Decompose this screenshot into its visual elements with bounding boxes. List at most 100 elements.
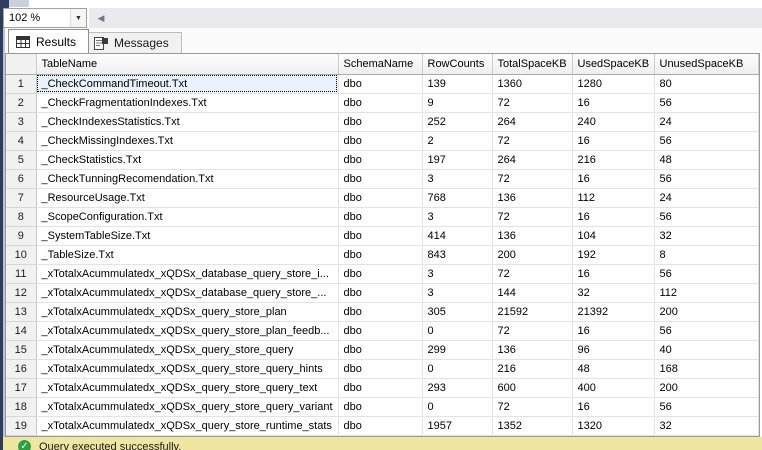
grid-cell[interactable]: _CheckTunningRecomendation.Txt	[36, 169, 339, 189]
grid-cell[interactable]: 24	[654, 112, 759, 132]
tab-messages[interactable]: Messages	[86, 32, 182, 53]
grid-cell[interactable]: 96	[572, 340, 655, 360]
grid-cell[interactable]: 72	[492, 321, 573, 341]
grid-cell[interactable]: 3	[422, 283, 493, 303]
grid-cell[interactable]: 144	[492, 283, 573, 303]
column-header-unusedspacekb[interactable]: UnusedSpaceKB	[654, 54, 759, 75]
grid-cell[interactable]: 56	[654, 131, 759, 151]
row-number[interactable]: 11	[6, 264, 37, 284]
grid-cell[interactable]: 200	[654, 302, 759, 322]
grid-cell[interactable]: dbo	[338, 264, 423, 284]
row-number[interactable]: 15	[6, 340, 37, 360]
grid-cell[interactable]: 0	[422, 321, 493, 341]
grid-cell[interactable]: _xTotalxAcummulatedx_xQDSx_database_quer…	[36, 264, 339, 284]
grid-cell[interactable]: 32	[654, 416, 759, 436]
grid-cell[interactable]: 40	[654, 340, 759, 360]
grid-cell[interactable]: 48	[654, 150, 759, 170]
grid-cell[interactable]: 264	[492, 112, 573, 132]
grid-cell[interactable]: dbo	[338, 112, 423, 132]
row-number[interactable]: 17	[6, 378, 37, 398]
grid-cell[interactable]: 0	[422, 397, 493, 417]
grid-cell[interactable]: 216	[572, 150, 655, 170]
grid-cell[interactable]: _CheckFragmentationIndexes.Txt	[36, 93, 339, 113]
grid-cell[interactable]: 3	[422, 169, 493, 189]
grid-cell[interactable]: 16	[572, 264, 655, 284]
grid-cell[interactable]: _TableSize.Txt	[36, 245, 339, 265]
grid-cell[interactable]: 16	[572, 397, 655, 417]
grid-cell[interactable]: 32	[654, 226, 759, 246]
grid-cell[interactable]: _ScopeConfiguration.Txt	[36, 207, 339, 227]
chevron-down-icon[interactable]: ▼	[70, 9, 86, 27]
grid-cell[interactable]: 600	[492, 378, 573, 398]
row-number[interactable]: 4	[6, 131, 37, 151]
grid-cell[interactable]: 192	[572, 245, 655, 265]
grid-cell[interactable]: _xTotalxAcummulatedx_xQDSx_query_store_p…	[36, 302, 339, 322]
grid-cell[interactable]: _SystemTableSize.Txt	[36, 226, 339, 246]
grid-cell[interactable]: _xTotalxAcummulatedx_xQDSx_query_store_r…	[36, 416, 339, 436]
grid-cell[interactable]: _xTotalxAcummulatedx_xQDSx_query_store_q…	[36, 397, 339, 417]
grid-cell[interactable]: _ResourceUsage.Txt	[36, 188, 339, 208]
grid-cell[interactable]: 24	[654, 188, 759, 208]
grid-cell[interactable]: _xTotalxAcummulatedx_xQDSx_query_store_q…	[36, 340, 339, 360]
grid-cell[interactable]: dbo	[338, 302, 423, 322]
grid-cell[interactable]: _xTotalxAcummulatedx_xQDSx_query_store_q…	[36, 378, 339, 398]
grid-cell[interactable]: 21592	[492, 302, 573, 322]
grid-cell[interactable]: 72	[492, 93, 573, 113]
grid-cell[interactable]: 3	[422, 264, 493, 284]
row-number[interactable]: 12	[6, 283, 37, 303]
grid-cell[interactable]: 72	[492, 207, 573, 227]
tab-results[interactable]: Results	[8, 29, 90, 53]
grid-cell[interactable]: dbo	[338, 283, 423, 303]
grid-cell[interactable]: 216	[492, 359, 573, 379]
grid-cell[interactable]: 1320	[572, 416, 655, 436]
grid-cell[interactable]: 2	[422, 131, 493, 151]
grid-cell[interactable]: dbo	[338, 207, 423, 227]
grid-cell[interactable]: dbo	[338, 188, 423, 208]
grid-cell[interactable]: 72	[492, 169, 573, 189]
grid-cell[interactable]: 136	[492, 188, 573, 208]
zoom-level-combobox[interactable]: 102 % ▼	[3, 8, 87, 28]
row-number[interactable]: 1	[6, 74, 37, 94]
grid-cell[interactable]: 16	[572, 169, 655, 189]
grid-cell[interactable]: 32	[572, 283, 655, 303]
grid-cell[interactable]: dbo	[338, 74, 423, 94]
column-header-schemaname[interactable]: SchemaName	[338, 54, 423, 75]
grid-cell[interactable]: 16	[572, 207, 655, 227]
grid-cell[interactable]: _CheckIndexesStatistics.Txt	[36, 112, 339, 132]
grid-cell[interactable]: dbo	[338, 245, 423, 265]
grid-cell[interactable]: 16	[572, 93, 655, 113]
row-number[interactable]: 8	[6, 207, 37, 227]
row-number[interactable]: 3	[6, 112, 37, 132]
row-number[interactable]: 19	[6, 416, 37, 436]
select-all-corner[interactable]	[6, 54, 37, 75]
grid-cell[interactable]: dbo	[338, 93, 423, 113]
grid-cell[interactable]: _xTotalxAcummulatedx_xQDSx_database_quer…	[36, 283, 339, 303]
grid-cell[interactable]: 299	[422, 340, 493, 360]
row-number[interactable]: 14	[6, 321, 37, 341]
grid-cell[interactable]: 56	[654, 169, 759, 189]
grid-cell[interactable]: _CheckCommandTimeout.Txt	[36, 74, 339, 94]
grid-cell[interactable]: dbo	[338, 378, 423, 398]
grid-cell[interactable]: 9	[422, 93, 493, 113]
row-number[interactable]: 6	[6, 169, 37, 189]
grid-cell[interactable]: dbo	[338, 150, 423, 170]
grid-cell[interactable]: 293	[422, 378, 493, 398]
grid-cell[interactable]: 56	[654, 207, 759, 227]
row-number[interactable]: 5	[6, 150, 37, 170]
row-number[interactable]: 2	[6, 93, 37, 113]
grid-cell[interactable]: 1957	[422, 416, 493, 436]
grid-cell[interactable]: 305	[422, 302, 493, 322]
grid-cell[interactable]: 168	[654, 359, 759, 379]
grid-cell[interactable]: 240	[572, 112, 655, 132]
grid-cell[interactable]: 200	[654, 378, 759, 398]
grid-cell[interactable]: 1360	[492, 74, 573, 94]
grid-cell[interactable]: 56	[654, 264, 759, 284]
grid-cell[interactable]: 72	[492, 264, 573, 284]
grid-cell[interactable]: 16	[572, 131, 655, 151]
grid-cell[interactable]: 56	[654, 321, 759, 341]
grid-cell[interactable]: 400	[572, 378, 655, 398]
grid-cell[interactable]: _CheckStatistics.Txt	[36, 150, 339, 170]
grid-cell[interactable]: dbo	[338, 321, 423, 341]
row-number[interactable]: 13	[6, 302, 37, 322]
grid-cell[interactable]: 139	[422, 74, 493, 94]
